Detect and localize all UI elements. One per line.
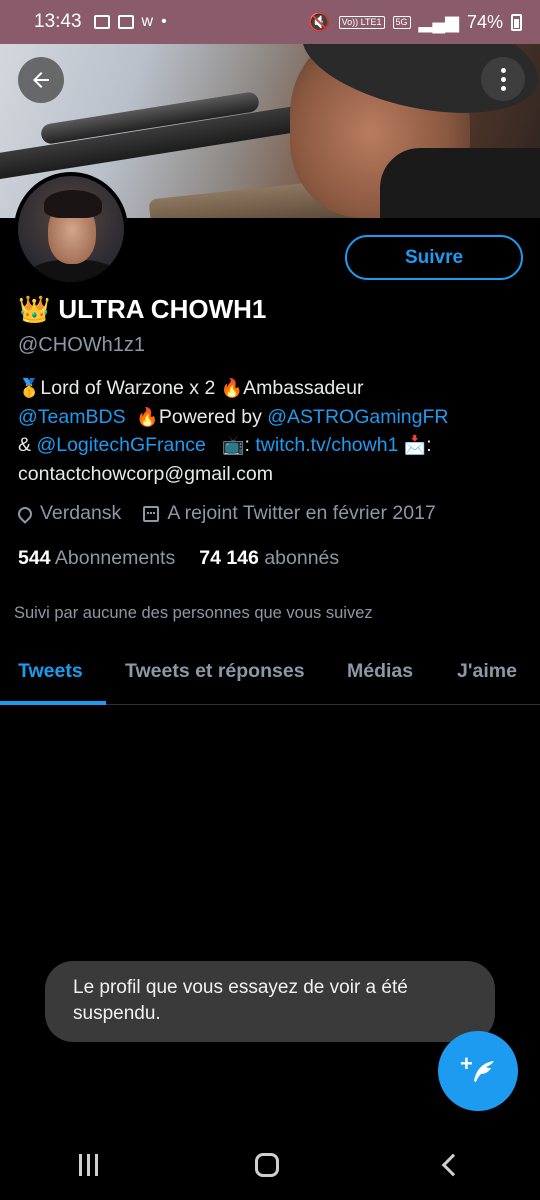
battery-icon [511, 13, 522, 31]
location-text: Verdansk [40, 502, 122, 524]
profile-handle: @CHOWh1z1 [18, 334, 145, 356]
follow-button[interactable]: Suivre [345, 235, 523, 280]
followers-link[interactable]: 74 146 abonnés [199, 547, 339, 570]
display-name: ULTRA CHOWH1 [58, 294, 267, 324]
status-bar: 13:43 w • 🔇 Vo)) LTE1 5G ▂▄▆ 74% [0, 0, 540, 44]
system-icons: 🔇 Vo)) LTE1 5G ▂▄▆ 74% [308, 12, 522, 33]
more-vertical-icon [500, 67, 506, 91]
mention-link-logitech[interactable]: @LogitechGFrance [36, 434, 205, 456]
followers-label: abonnés [264, 547, 340, 569]
home-button[interactable] [255, 1153, 280, 1177]
signal-icon: ▂▄▆ [418, 11, 459, 32]
tab-likes[interactable]: J'aime [457, 660, 517, 683]
location-item: Verdansk [15, 502, 122, 525]
tab-tweets[interactable]: Tweets [18, 660, 83, 683]
compose-feather-icon [474, 1061, 494, 1082]
battery-percent: 74% [466, 11, 503, 32]
following-link[interactable]: 544 Abonnements [18, 547, 175, 570]
followers-count: 74 146 [199, 547, 259, 569]
back-button[interactable] [18, 57, 64, 103]
gallery-icon [93, 15, 110, 29]
medal-icon: 🥇 [18, 378, 41, 398]
mute-icon: 🔇 [308, 11, 331, 32]
crown-icon: 👑 [18, 294, 51, 324]
tab-tweets-replies[interactable]: Tweets et réponses [125, 660, 305, 683]
notification-icons: w • [93, 13, 167, 31]
bio-text: : [426, 434, 432, 456]
bio-text: : [244, 434, 256, 456]
banner-shirt-shape [380, 148, 540, 218]
compose-tweet-button[interactable]: + [438, 1031, 518, 1111]
mention-link-astro[interactable]: @ASTROGamingFR [267, 406, 448, 428]
tab-media[interactable]: Médias [347, 660, 413, 683]
avatar-hair-shape [44, 190, 102, 218]
w-app-icon: w [141, 13, 154, 30]
suspended-toast: Le profil que vous essayez de voir a été… [45, 961, 495, 1042]
profile-name: 👑 ULTRA CHOWH1 [18, 294, 266, 325]
network-5g-badge: 5G [392, 15, 411, 29]
fire-icon: 🔥 [136, 406, 159, 427]
profile-stats: 544 Abonnements 74 146 abonnés [18, 547, 339, 570]
following-count: 544 [18, 547, 51, 569]
following-label: Abonnements [54, 547, 176, 569]
avatar[interactable] [14, 172, 128, 286]
bio-text: Powered by [158, 405, 268, 428]
twitch-link[interactable]: twitch.tv/chowh1 [255, 434, 398, 456]
mail-icon: 📩 [403, 435, 427, 455]
status-time: 13:43 [34, 11, 82, 32]
active-tab-indicator [0, 701, 106, 705]
bio-email: contactchowcorp@gmail.com [18, 462, 273, 485]
profile-tabs: Tweets Tweets et réponses Médias J'aime [0, 640, 540, 705]
tv-icon: 📺 [222, 435, 245, 455]
followed-by-text: Suivi par aucune des personnes que vous … [14, 604, 373, 622]
system-back-button[interactable] [441, 1153, 465, 1177]
dot-icon: • [161, 13, 167, 30]
joined-item: A rejoint Twitter en février 2017 [143, 502, 436, 525]
fire-icon: 🔥 [220, 378, 244, 398]
profile-meta: Verdansk A rejoint Twitter en février 20… [15, 502, 458, 525]
calendar-icon [143, 505, 160, 522]
bio-text: Lord of Warzone x 2 [40, 377, 221, 399]
profile-bio: 🥇Lord of Warzone x 2 🔥Ambassadeur @TeamB… [18, 374, 528, 488]
arrow-left-icon [33, 72, 49, 88]
location-pin-icon [15, 503, 35, 524]
mention-link-teambds[interactable]: @TeamBDS [18, 406, 126, 428]
recent-apps-button[interactable] [78, 1154, 98, 1176]
volte-badge: Vo)) LTE1 [338, 15, 385, 29]
system-nav-bar [0, 1130, 540, 1200]
joined-text: A rejoint Twitter en février 2017 [167, 502, 436, 524]
app-notification-icon [117, 15, 134, 29]
bio-text: & [18, 434, 37, 456]
more-options-button[interactable] [481, 57, 525, 101]
bio-text: Ambassadeur [243, 377, 364, 399]
